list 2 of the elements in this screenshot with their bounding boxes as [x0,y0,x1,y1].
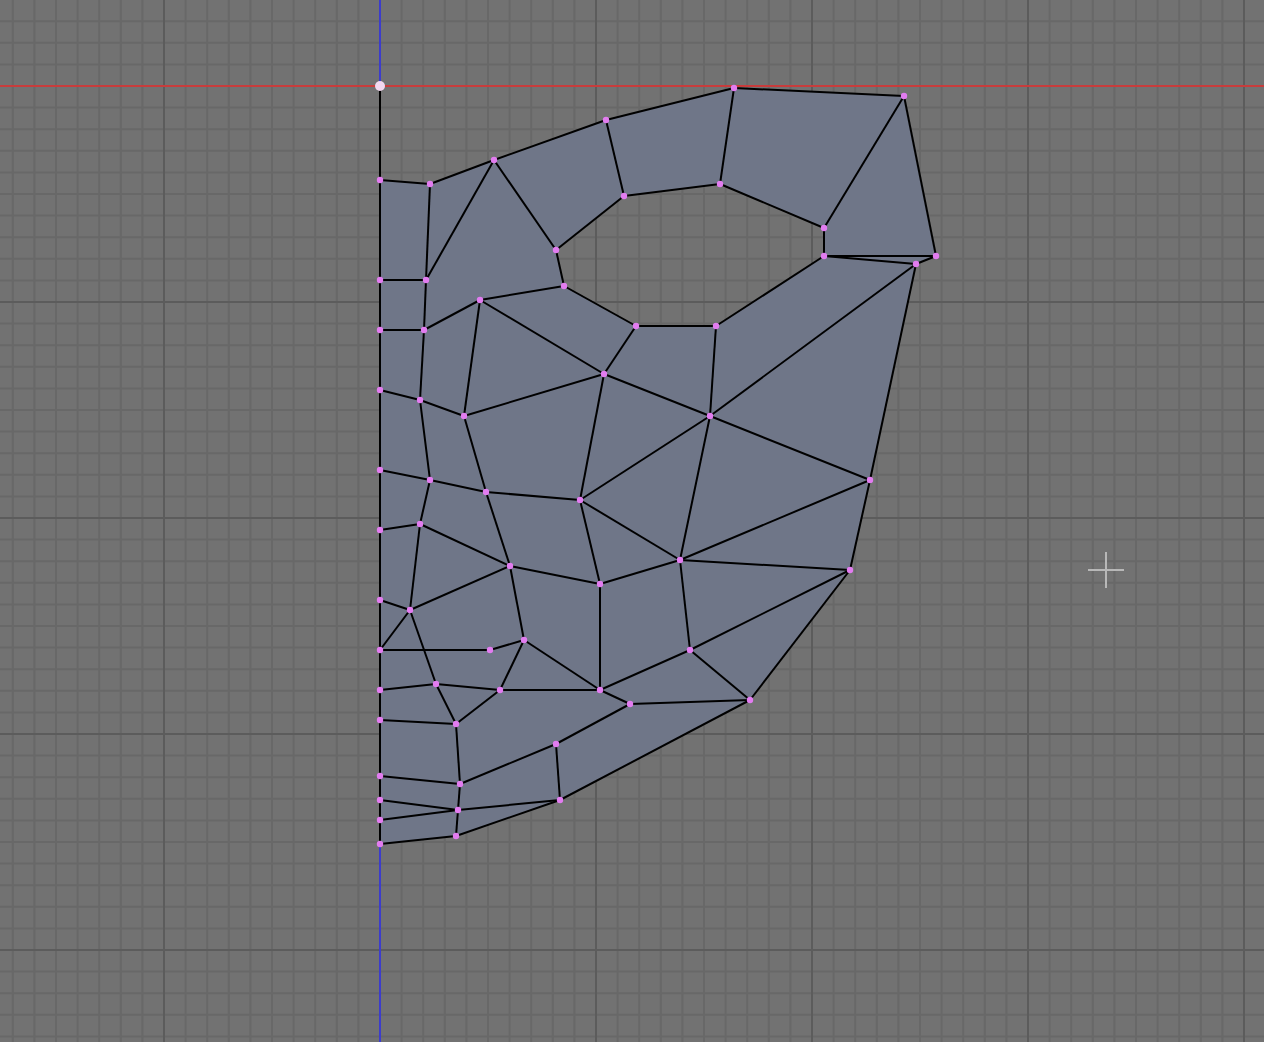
3d-cursor-icon[interactable] [1087,551,1125,589]
origin-point [375,81,385,91]
